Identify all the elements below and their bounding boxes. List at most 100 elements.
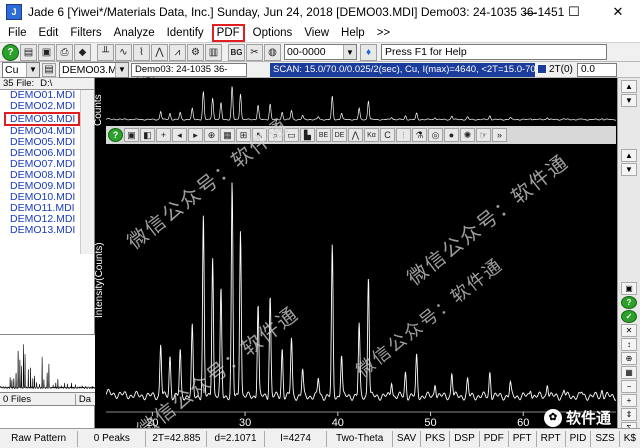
- menu-file[interactable]: File: [2, 24, 33, 42]
- chevron-down-icon[interactable]: ▼: [115, 62, 128, 77]
- print-icon[interactable]: ⎙: [56, 43, 73, 61]
- status-ks[interactable]: K$: [620, 431, 640, 447]
- pattern-list-icon[interactable]: ▤: [42, 62, 56, 77]
- status-pdf[interactable]: PDF: [480, 430, 509, 447]
- wire-icon[interactable]: ✺: [460, 128, 475, 142]
- down-arrow-icon[interactable]: ▼: [621, 163, 637, 176]
- split-icon[interactable]: ⫶: [396, 128, 411, 142]
- bg-icon[interactable]: BG: [228, 43, 245, 61]
- plus-icon[interactable]: +: [156, 128, 171, 142]
- title-bar: J Jade 6 [Yiwei*/Materials Data, Inc.] S…: [0, 0, 640, 24]
- status-pattern: Raw Pattern: [0, 430, 79, 447]
- histogram-icon[interactable]: ▙: [300, 128, 315, 142]
- diffraction-pattern-chart[interactable]: 20 30 40 50 60: [106, 145, 616, 428]
- status-sav[interactable]: SAV: [393, 430, 422, 447]
- theta-checkbox[interactable]: [537, 64, 547, 74]
- down-arrow-icon[interactable]: ▼: [621, 94, 637, 107]
- target-icon[interactable]: ◎: [428, 128, 443, 142]
- menu-view[interactable]: View: [298, 24, 335, 42]
- menu-identify[interactable]: Identify: [161, 24, 210, 42]
- status-pks[interactable]: PKS: [421, 430, 451, 447]
- zoom-out-icon[interactable]: ◧: [140, 128, 155, 142]
- window-icon[interactable]: ▭: [284, 128, 299, 142]
- status-dsp[interactable]: DSP: [450, 430, 480, 447]
- status-pid[interactable]: PID: [566, 430, 592, 447]
- peak-search-icon[interactable]: ╨: [97, 43, 114, 61]
- status-szs[interactable]: SZS: [591, 430, 620, 447]
- double-chevron-icon[interactable]: »: [492, 128, 507, 142]
- help-icon[interactable]: ?: [621, 296, 637, 309]
- pdf-card-select[interactable]: 00-0000 ▼: [284, 44, 357, 60]
- ka2-icon[interactable]: Kα: [364, 128, 379, 142]
- menu-edit[interactable]: Edit: [33, 24, 65, 42]
- ok-icon[interactable]: ✓: [621, 310, 637, 323]
- x-tick-label: 30: [239, 417, 251, 428]
- status-2theta: 2T=42.885: [146, 430, 208, 447]
- pointer-icon[interactable]: ☞: [476, 128, 491, 142]
- open-file-icon[interactable]: ▤: [20, 43, 37, 61]
- zoom-full-icon[interactable]: ▣: [124, 128, 139, 142]
- brand-logo: ✿ 软件通: [544, 407, 611, 428]
- zoom-in-icon[interactable]: ⊕: [621, 352, 637, 365]
- up-arrow-icon[interactable]: ▲: [621, 149, 637, 162]
- scissors-icon[interactable]: ✂: [246, 43, 263, 61]
- radiation-select[interactable]: Cu ▼: [2, 61, 40, 78]
- fit-icon[interactable]: ⇕: [621, 408, 637, 421]
- search-match-icon[interactable]: ⚙: [187, 43, 204, 61]
- compare-icon[interactable]: ▥: [205, 43, 222, 61]
- pan-left-icon[interactable]: ◂: [172, 128, 187, 142]
- help-icon[interactable]: ?: [108, 128, 123, 142]
- wechat-icon: ✿: [544, 408, 562, 427]
- zoom-in-icon[interactable]: ⊕: [204, 128, 219, 142]
- cursor-icon[interactable]: ↖: [252, 128, 267, 142]
- x-icon[interactable]: ✕: [621, 324, 637, 337]
- menu-more[interactable]: >>: [371, 24, 396, 42]
- peak-icon[interactable]: ⋀: [348, 128, 363, 142]
- droplet-icon[interactable]: ♦: [360, 43, 377, 61]
- file-select[interactable]: DEMO03.MDI ▼: [59, 61, 129, 78]
- grid-icon[interactable]: ▦: [621, 366, 637, 379]
- file-list-item[interactable]: DEMO03.MDI: [4, 112, 80, 126]
- export-icon[interactable]: ◆: [74, 43, 91, 61]
- filter-icon[interactable]: ⚗: [412, 128, 427, 142]
- y-icon[interactable]: ↕: [621, 338, 637, 351]
- minimize-button[interactable]: —: [508, 0, 552, 24]
- chevron-down-icon[interactable]: ▼: [26, 62, 39, 77]
- overview-chart[interactable]: [106, 78, 616, 126]
- be-icon[interactable]: BE: [316, 128, 331, 142]
- marker-icon[interactable]: ⊞: [236, 128, 251, 142]
- plus-icon[interactable]: +: [621, 394, 637, 407]
- menu-analyze[interactable]: Analyze: [108, 24, 161, 42]
- magnifier-icon[interactable]: ⌕: [268, 128, 283, 142]
- sphere-icon[interactable]: ●: [444, 128, 459, 142]
- chevron-down-icon[interactable]: ▼: [343, 45, 356, 59]
- close-button[interactable]: ✕: [596, 0, 640, 24]
- c-icon[interactable]: C: [380, 128, 395, 142]
- status-pft[interactable]: PFT: [509, 430, 537, 447]
- theta-input[interactable]: 0.0: [577, 63, 617, 77]
- grid-icon[interactable]: ▦: [220, 128, 235, 142]
- background-icon[interactable]: ⌇: [133, 43, 150, 61]
- k-alpha-icon[interactable]: ⋀: [151, 43, 168, 61]
- minus-icon[interactable]: −: [621, 380, 637, 393]
- de-icon[interactable]: DE: [332, 128, 347, 142]
- save-icon[interactable]: ▣: [38, 43, 55, 61]
- file-list-scrollbar[interactable]: [80, 90, 94, 254]
- expand-icon[interactable]: ▣: [621, 282, 637, 295]
- files-status: 0 Files Da: [0, 392, 95, 406]
- menu-pdf[interactable]: PDF: [211, 24, 245, 42]
- pdf-card-value: 00-0000: [287, 46, 326, 58]
- menu-help[interactable]: Help: [335, 24, 371, 42]
- status-peaks: 0 Peaks: [78, 430, 147, 447]
- pan-right-icon[interactable]: ▸: [188, 128, 203, 142]
- help-icon[interactable]: ?: [2, 43, 19, 61]
- status-rpt[interactable]: RPT: [537, 430, 566, 447]
- menu-options[interactable]: Options: [247, 24, 299, 42]
- up-arrow-icon[interactable]: ▲: [621, 80, 637, 93]
- smooth-icon[interactable]: ∿: [115, 43, 132, 61]
- globe-icon[interactable]: ◍: [264, 43, 281, 61]
- maximize-button[interactable]: ☐: [552, 0, 596, 24]
- profile-fit-icon[interactable]: ⩘: [169, 43, 186, 61]
- thumbnail-chart: [0, 344, 96, 390]
- menu-filters[interactable]: Filters: [64, 24, 107, 42]
